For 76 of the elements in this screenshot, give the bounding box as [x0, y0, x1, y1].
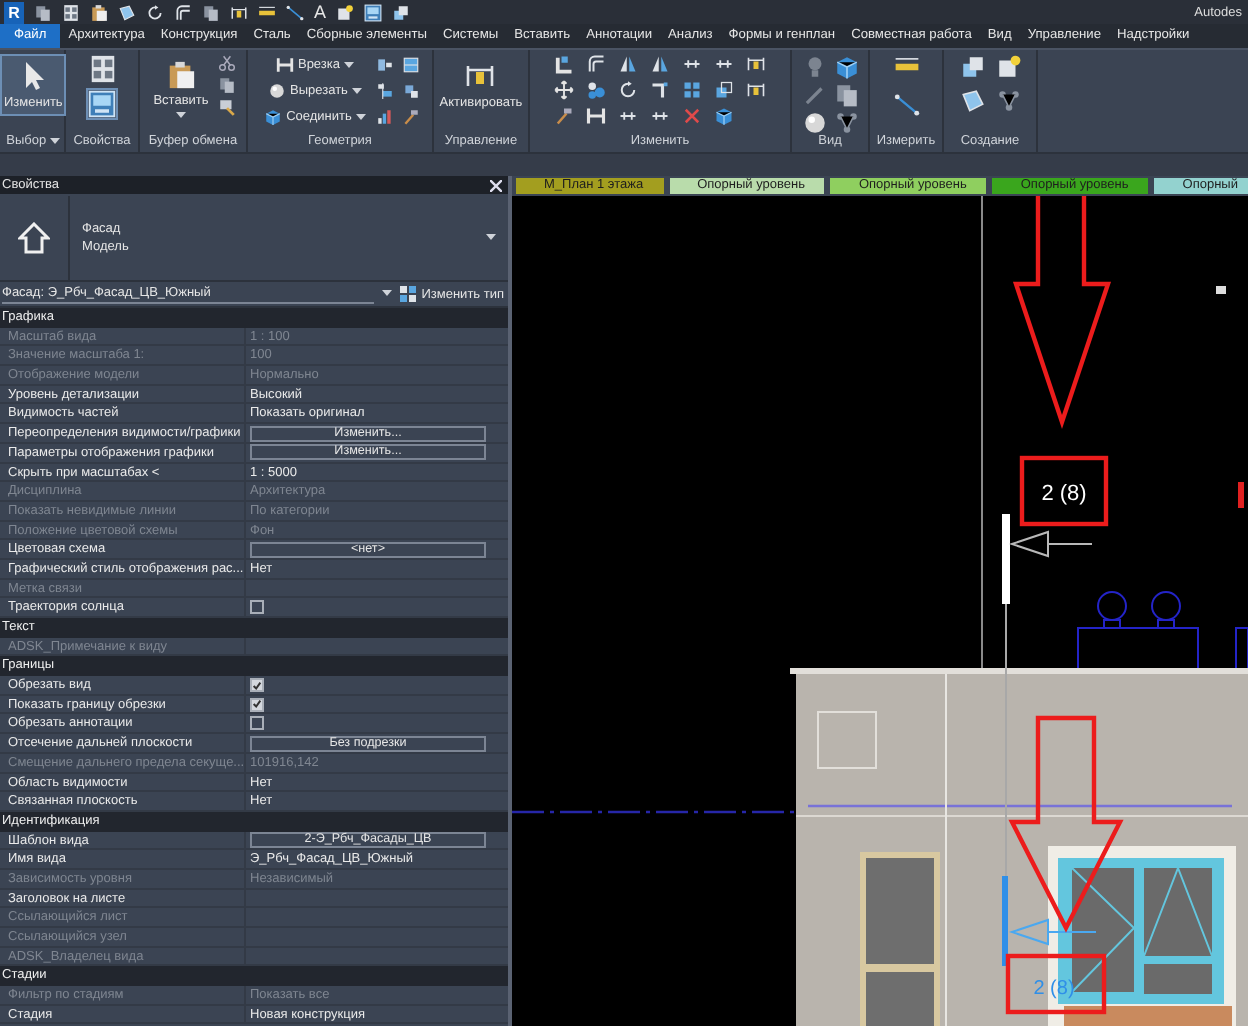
text-tool-button[interactable]: A [314, 2, 327, 22]
pin-icon[interactable] [746, 80, 766, 100]
split-line-icon[interactable] [714, 54, 734, 74]
highlight-mark [1238, 482, 1244, 508]
caret-icon[interactable] [176, 112, 186, 120]
scissors-icon[interactable] [218, 54, 237, 72]
rotate-icon[interactable] [146, 3, 164, 21]
part-icon[interactable] [959, 54, 985, 80]
app-logo[interactable]: R [4, 1, 24, 23]
pin-icon[interactable] [746, 54, 766, 74]
rotate-icon[interactable] [618, 80, 638, 100]
sphere-icon[interactable] [801, 110, 827, 136]
hammer-icon[interactable] [401, 108, 420, 126]
split-line-icon[interactable] [650, 106, 670, 126]
dimension-icon[interactable] [258, 3, 276, 21]
hammer-icon[interactable] [554, 106, 574, 126]
bracket-icon[interactable] [275, 56, 294, 74]
cube-icon[interactable] [264, 108, 283, 126]
clipboard-icon[interactable] [166, 60, 196, 90]
checkbox[interactable] [250, 678, 264, 693]
window-grid-icon[interactable] [62, 3, 80, 21]
highlight-frame [1019, 455, 1109, 527]
scale-icon[interactable] [714, 80, 734, 100]
caret-icon[interactable] [381, 290, 392, 298]
offset-icon[interactable] [586, 54, 606, 74]
close-icon[interactable] [490, 179, 502, 191]
caret-icon[interactable] [344, 61, 354, 69]
mirror-icon[interactable] [618, 54, 638, 74]
split-line-icon[interactable] [682, 54, 702, 74]
caret-icon[interactable] [355, 113, 366, 121]
pin-icon[interactable] [230, 3, 248, 21]
bars-icon[interactable] [375, 108, 394, 126]
offset-icon[interactable] [174, 3, 192, 21]
section-marker-drawing [1002, 876, 1097, 966]
corner-icon[interactable] [554, 54, 574, 74]
bracket-icon[interactable] [586, 106, 606, 126]
paint-icon[interactable] [401, 82, 420, 100]
wall-join-icon[interactable] [375, 56, 394, 74]
array-icon[interactable] [682, 80, 702, 100]
measure-icon[interactable] [286, 3, 304, 21]
section-tag[interactable]: 2 (8) [1041, 482, 1087, 506]
brush-icon[interactable] [218, 98, 237, 116]
sphere-icon[interactable] [268, 82, 287, 100]
align-icon[interactable] [375, 82, 394, 100]
copy-icon[interactable] [218, 76, 237, 94]
caret-icon[interactable] [50, 137, 61, 145]
trim-icon[interactable] [650, 80, 670, 100]
view-marker-icon [1216, 286, 1226, 294]
copy-icon[interactable] [34, 3, 52, 21]
mirror-icon[interactable] [650, 54, 670, 74]
checkbox[interactable] [250, 600, 264, 615]
window-grid-icon[interactable] [87, 54, 117, 84]
move-icon[interactable] [554, 80, 574, 100]
copy-icon[interactable] [833, 82, 859, 108]
circles-icon[interactable] [586, 80, 606, 100]
split-line-icon[interactable] [618, 106, 638, 126]
grid-icon [399, 286, 416, 302]
house-icon [18, 221, 50, 253]
copy-icon[interactable] [202, 3, 220, 21]
node-icon[interactable] [833, 110, 859, 136]
pin-icon[interactable] [464, 60, 497, 92]
caret-icon[interactable] [486, 233, 496, 241]
section-marker-drawing [1002, 514, 1093, 604]
cube-icon[interactable] [833, 54, 859, 80]
highlight-frame [1005, 953, 1107, 1015]
node-icon[interactable] [995, 88, 1021, 114]
split-face-icon[interactable] [401, 56, 420, 74]
part-icon[interactable] [392, 3, 411, 21]
cube-icon[interactable] [714, 106, 734, 126]
caret-icon[interactable] [351, 87, 362, 95]
properties-icon[interactable] [364, 3, 383, 21]
checkbox[interactable] [250, 716, 264, 731]
measure-icon[interactable] [893, 92, 919, 118]
delete-icon[interactable] [682, 106, 702, 126]
clipboard-icon[interactable] [90, 3, 108, 21]
checkbox[interactable] [250, 697, 264, 712]
